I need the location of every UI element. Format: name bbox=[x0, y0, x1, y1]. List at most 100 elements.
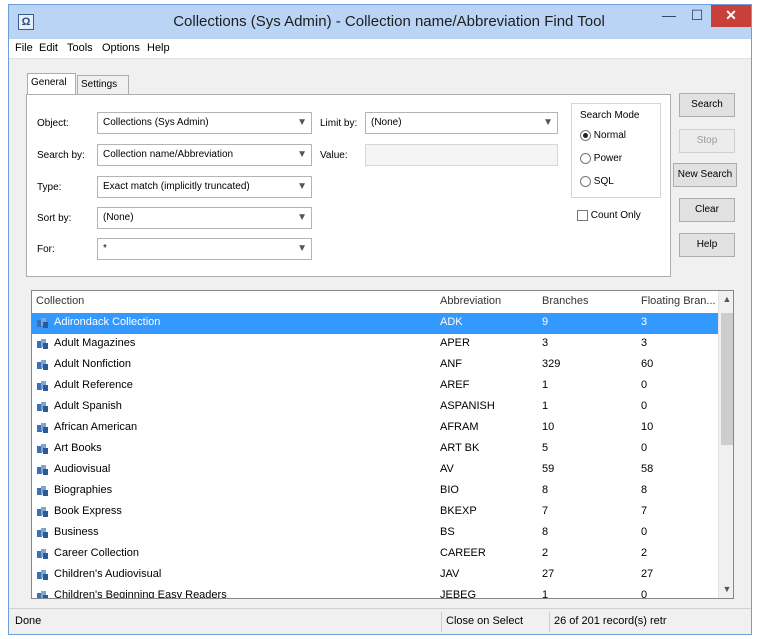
value-field[interactable] bbox=[365, 144, 558, 166]
limit-by-combo[interactable]: (None) ▼ bbox=[365, 112, 558, 134]
table-row[interactable]: African American AFRAM 10 10 bbox=[32, 418, 718, 439]
menu-file[interactable]: File bbox=[15, 42, 33, 54]
cell-abbreviation: APER bbox=[440, 337, 470, 349]
cell-collection: African American bbox=[54, 421, 138, 433]
menu-tools[interactable]: Tools bbox=[67, 42, 93, 54]
cell-branches: 8 bbox=[542, 484, 549, 496]
cell-floating-branches: 60 bbox=[641, 358, 654, 370]
general-tab-panel: Object: Collections (Sys Admin) ▼ Search… bbox=[26, 94, 671, 277]
table-row[interactable]: Book Express BKEXP 7 7 bbox=[32, 502, 718, 523]
table-row[interactable]: Children's Audiovisual JAV 27 27 bbox=[32, 565, 718, 586]
sort-by-label: Sort by: bbox=[37, 213, 72, 224]
radio-selected-icon bbox=[580, 130, 591, 141]
cell-branches: 5 bbox=[542, 442, 549, 454]
record-count: 26 of 201 record(s) retr bbox=[549, 612, 667, 632]
vertical-scrollbar[interactable]: ▲ ▼ bbox=[718, 291, 733, 598]
search-button[interactable]: Search bbox=[679, 93, 735, 117]
col-header-branches[interactable]: Branches bbox=[542, 295, 588, 307]
table-row[interactable]: Adult Magazines APER 3 3 bbox=[32, 334, 718, 355]
chevron-down-icon: ▼ bbox=[297, 243, 307, 254]
value-label: Value: bbox=[320, 150, 348, 161]
table-row[interactable]: Adult Spanish ASPANISH 1 0 bbox=[32, 397, 718, 418]
title-bar[interactable]: Ω Collections (Sys Admin) - Collection n… bbox=[9, 5, 751, 39]
cell-abbreviation: ANF bbox=[440, 358, 462, 370]
collection-icon bbox=[37, 339, 48, 349]
clear-button[interactable]: Clear bbox=[679, 198, 735, 222]
object-combo[interactable]: Collections (Sys Admin) ▼ bbox=[97, 112, 312, 134]
for-value: * bbox=[103, 243, 107, 254]
stop-button[interactable]: Stop bbox=[679, 129, 735, 153]
cell-collection: Career Collection bbox=[54, 547, 139, 559]
table-row[interactable]: Biographies BIO 8 8 bbox=[32, 481, 718, 502]
cell-branches: 329 bbox=[542, 358, 561, 370]
cell-collection: Children's Beginning Easy Readers bbox=[54, 589, 227, 599]
search-by-label: Search by: bbox=[37, 150, 85, 161]
menu-options[interactable]: Options bbox=[102, 42, 140, 54]
collection-icon bbox=[37, 444, 48, 454]
table-row[interactable]: Art Books ART BK 5 0 bbox=[32, 439, 718, 460]
table-row[interactable]: Career Collection CAREER 2 2 bbox=[32, 544, 718, 565]
limit-by-value: (None) bbox=[371, 117, 402, 128]
library-icon[interactable]: Ω bbox=[18, 14, 34, 30]
new-search-button[interactable]: New Search bbox=[673, 163, 737, 187]
menu-help[interactable]: Help bbox=[147, 42, 170, 54]
col-header-collection[interactable]: Collection bbox=[36, 295, 84, 307]
menu-edit[interactable]: Edit bbox=[39, 42, 58, 54]
table-row[interactable]: Children's Beginning Easy Readers JEBEG 1 0 bbox=[32, 586, 718, 599]
chevron-down-icon: ▼ bbox=[297, 117, 307, 128]
table-row[interactable]: Adult Reference AREF 1 0 bbox=[32, 376, 718, 397]
cell-floating-branches: 0 bbox=[641, 379, 648, 391]
col-header-abbreviation[interactable]: Abbreviation bbox=[440, 295, 501, 307]
help-button[interactable]: Help bbox=[679, 233, 735, 257]
collection-icon bbox=[37, 570, 48, 580]
radio-power-label: Power bbox=[593, 153, 623, 165]
collection-icon bbox=[37, 591, 48, 598]
results-grid[interactable]: Collection Abbreviation Branches Floatin… bbox=[31, 290, 734, 599]
cell-floating-branches: 0 bbox=[641, 526, 648, 538]
table-row[interactable]: Business BS 8 0 bbox=[32, 523, 718, 544]
scroll-thumb[interactable] bbox=[721, 313, 733, 445]
cell-collection: Art Books bbox=[54, 442, 102, 454]
cell-floating-branches: 0 bbox=[641, 442, 648, 454]
radio-sql-label: SQL bbox=[593, 176, 614, 188]
sort-by-combo[interactable]: (None) ▼ bbox=[97, 207, 312, 229]
cell-floating-branches: 3 bbox=[641, 337, 648, 349]
search-by-combo[interactable]: Collection name/Abbreviation ▼ bbox=[97, 144, 312, 166]
status-text: Done bbox=[15, 615, 42, 627]
type-combo[interactable]: Exact match (implicitly truncated) ▼ bbox=[97, 176, 312, 198]
scroll-up-icon[interactable]: ▲ bbox=[719, 291, 733, 307]
cell-abbreviation: JEBEG bbox=[440, 589, 477, 599]
for-combo[interactable]: * ▼ bbox=[97, 238, 312, 260]
cell-abbreviation: JAV bbox=[440, 568, 460, 580]
search-by-value: Collection name/Abbreviation bbox=[103, 149, 234, 160]
table-row[interactable]: Adult Nonfiction ANF 329 60 bbox=[32, 355, 718, 376]
cell-floating-branches: 0 bbox=[641, 400, 648, 412]
cell-floating-branches: 8 bbox=[641, 484, 648, 496]
chevron-down-icon: ▼ bbox=[543, 117, 553, 128]
close-on-select-toggle[interactable]: Close on Select bbox=[441, 612, 523, 632]
status-bar: Done Close on Select 26 of 201 record(s)… bbox=[9, 608, 751, 634]
cell-abbreviation: AREF bbox=[440, 379, 470, 391]
table-row[interactable]: Audiovisual AV 59 58 bbox=[32, 460, 718, 481]
object-label: Object: bbox=[37, 118, 69, 129]
window-title: Collections (Sys Admin) - Collection nam… bbox=[173, 13, 605, 30]
radio-sql[interactable]: SQL bbox=[580, 176, 614, 187]
maximize-button[interactable]: ☐ bbox=[683, 5, 711, 27]
col-header-floating-branches[interactable]: Floating Bran... bbox=[641, 295, 716, 307]
search-mode-title: Search Mode bbox=[578, 110, 642, 121]
tab-settings[interactable]: Settings bbox=[77, 75, 129, 95]
close-button[interactable]: ✕ bbox=[711, 5, 751, 27]
table-row[interactable]: Adirondack Collection ADK 9 3 bbox=[32, 313, 718, 334]
cell-branches: 1 bbox=[542, 379, 549, 391]
cell-collection: Adult Reference bbox=[54, 379, 133, 391]
cell-collection: Audiovisual bbox=[54, 463, 111, 475]
tab-general[interactable]: General bbox=[27, 73, 76, 95]
cell-abbreviation: ADK bbox=[440, 316, 463, 328]
scroll-down-icon[interactable]: ▼ bbox=[719, 581, 733, 597]
find-tool-window: Ω Collections (Sys Admin) - Collection n… bbox=[8, 4, 752, 635]
minimize-button[interactable]: — bbox=[655, 5, 683, 27]
cell-collection: Business bbox=[54, 526, 99, 538]
radio-normal[interactable]: Normal bbox=[580, 130, 626, 141]
count-only-checkbox[interactable]: Count Only bbox=[577, 210, 641, 221]
radio-power[interactable]: Power bbox=[580, 153, 622, 164]
